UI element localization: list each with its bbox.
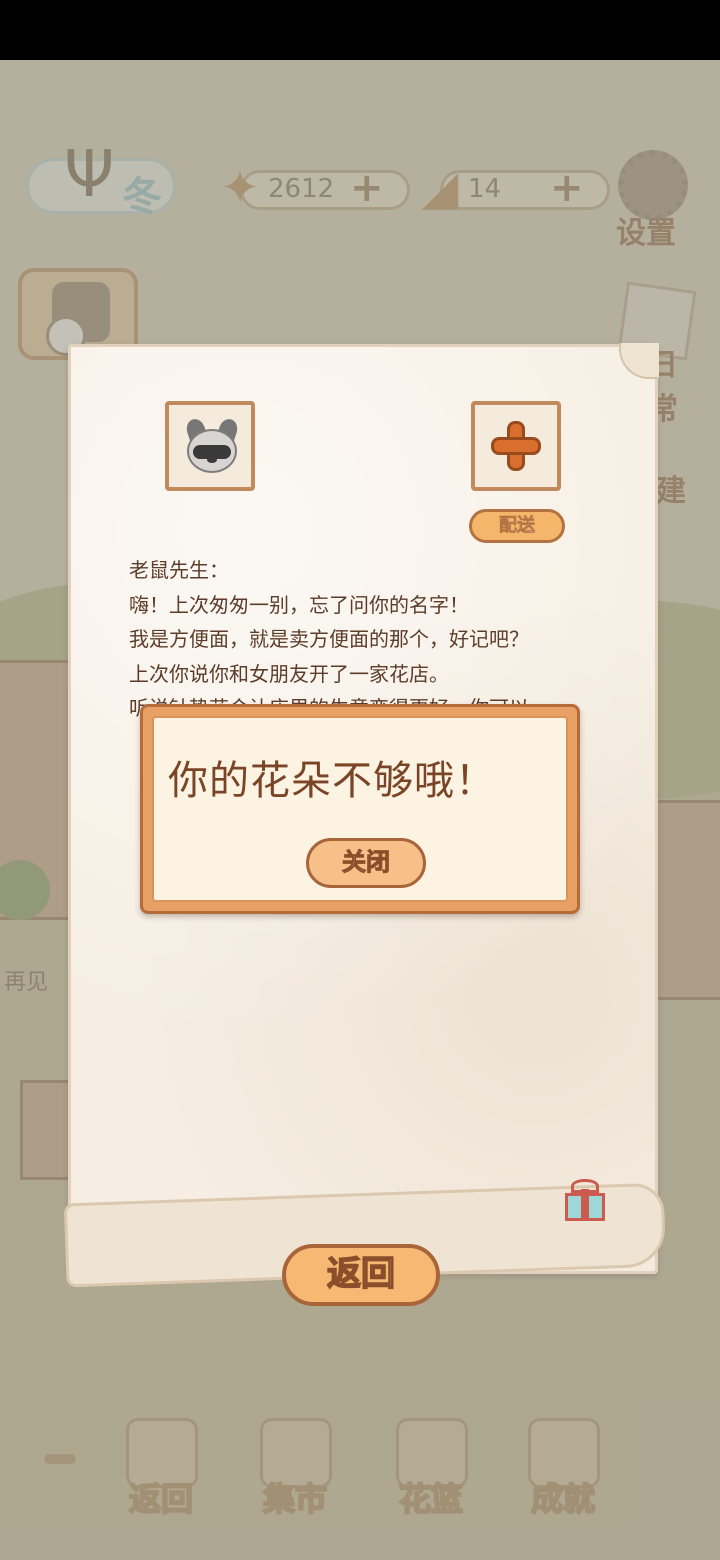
status-bar [0,0,720,60]
alert-panel: 你的花朵不够哦！ 关闭 [152,716,568,902]
sender-avatar-slot [165,401,255,491]
gift-icon[interactable] [565,1179,607,1221]
letter-line: 嗨！上次匆匆一别，忘了问你的名字！ [129,592,469,617]
close-button[interactable]: 关闭 [306,838,426,888]
letter-line: 我是方便面，就是卖方便面的那个，好记吧？ [129,627,529,651]
deliver-button[interactable]: 配送 [469,509,565,543]
raccoon-avatar-icon [181,416,241,481]
add-item-slot[interactable] [471,401,561,491]
letter-body: 老鼠先生： 嗨！上次匆匆一别，忘了问你的名字！ 我是方便面，就是卖方便面的那个，… [129,553,649,726]
not-enough-flowers-alert: 你的花朵不够哦！ 关闭 [140,704,580,914]
plus-icon-bar [491,437,541,455]
letter-line: 老鼠先生： [129,558,229,582]
alert-message: 你的花朵不够哦！ [168,758,496,804]
letter-line: 上次你说你和女朋友开了一家花店。 [129,661,449,686]
return-button[interactable]: 返回 [282,1244,440,1306]
paper-curl [619,343,659,379]
